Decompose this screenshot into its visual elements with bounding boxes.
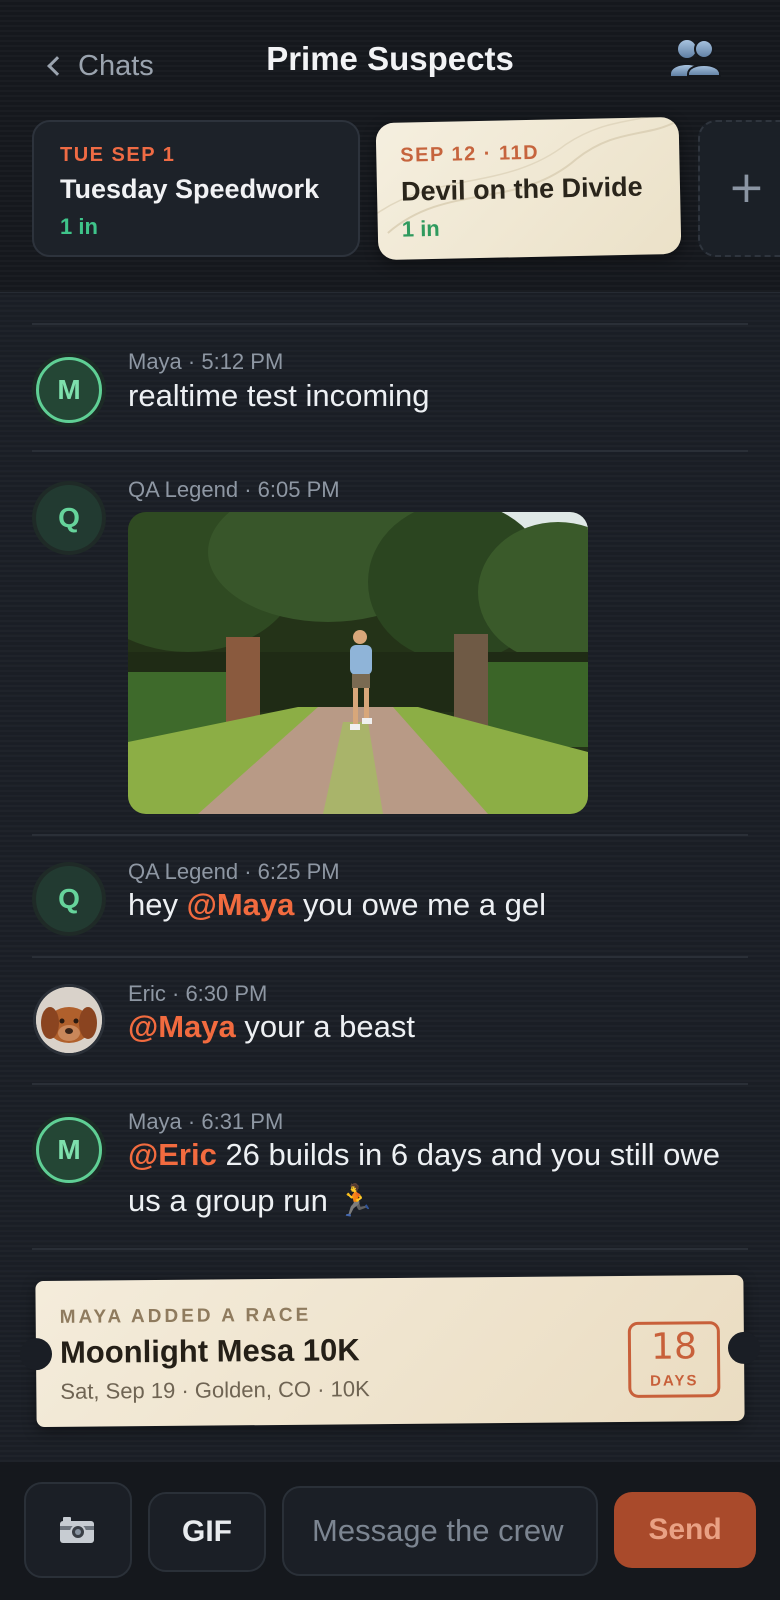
event-date: TUE SEP 1 bbox=[60, 144, 176, 166]
message-input[interactable] bbox=[282, 1486, 598, 1576]
avatar-initial: M bbox=[57, 374, 81, 405]
days-count: 18 bbox=[650, 1326, 698, 1368]
avatar[interactable]: Q bbox=[36, 485, 102, 551]
event-rsvp-count: 1 in bbox=[60, 214, 98, 239]
message-composer: GIF Send bbox=[0, 1462, 780, 1600]
gif-button[interactable]: GIF bbox=[148, 1492, 266, 1572]
event-card-devil-on-the-divide[interactable]: SEP 12 · 11D Devil on the Divide 1 in bbox=[375, 116, 682, 261]
avatar-initial: Q bbox=[58, 502, 80, 533]
members-button[interactable] bbox=[668, 36, 724, 86]
ticket-notch bbox=[19, 1337, 53, 1371]
chevron-left-icon bbox=[47, 56, 67, 76]
event-date: SEP 12 · 11D bbox=[400, 141, 540, 167]
message-divider bbox=[32, 450, 748, 452]
mention-eric[interactable]: @Eric bbox=[128, 1137, 217, 1172]
message-meta: Maya · 5:12 PM bbox=[128, 349, 284, 374]
dog-photo-avatar-image bbox=[36, 987, 102, 1053]
message-text: @Eric 26 builds in 6 days and you still … bbox=[128, 1132, 750, 1224]
gif-attachment[interactable] bbox=[128, 512, 588, 814]
back-button[interactable]: Chats bbox=[44, 44, 154, 88]
message-text: realtime test incoming bbox=[128, 378, 430, 413]
avatar[interactable]: Q bbox=[36, 866, 102, 932]
days-countdown-badge: 18 DAYS bbox=[627, 1321, 721, 1398]
gif-button-label: GIF bbox=[182, 1515, 232, 1548]
ticket-notch bbox=[727, 1331, 761, 1365]
event-card-tuesday-speedwork[interactable]: TUE SEP 1 Tuesday Speedwork 1 in bbox=[32, 120, 360, 257]
camera-button[interactable] bbox=[24, 1482, 132, 1578]
back-label: Chats bbox=[78, 49, 154, 82]
gif-running-path-image bbox=[128, 512, 588, 814]
message-text-after: you owe me a gel bbox=[294, 887, 546, 922]
people-icon bbox=[671, 39, 721, 77]
message-divider bbox=[32, 834, 748, 836]
race-added-card[interactable]: MAYA ADDED A RACE Moonlight Mesa 10K Sat… bbox=[19, 1274, 761, 1428]
avatar-eric[interactable] bbox=[36, 987, 102, 1053]
send-button[interactable]: Send bbox=[614, 1492, 756, 1568]
message-text: @Maya your a beast bbox=[128, 1004, 750, 1050]
message-divider bbox=[32, 1248, 748, 1250]
event-name: Tuesday Speedwork bbox=[60, 174, 320, 204]
message-meta: QA Legend · 6:05 PM bbox=[128, 477, 340, 502]
mention-maya[interactable]: @Maya bbox=[187, 887, 295, 922]
race-card-label: MAYA ADDED A RACE bbox=[59, 1304, 312, 1328]
chat-header: Chats Prime Suspects TUE SEP 1 Tuesday S… bbox=[0, 0, 780, 293]
event-name: Devil on the Divide bbox=[400, 171, 643, 207]
message-text-after: 26 builds in 6 days and you still owe us… bbox=[128, 1137, 721, 1218]
message-divider bbox=[32, 323, 748, 325]
race-title: Moonlight Mesa 10K bbox=[59, 1332, 360, 1370]
add-event-button[interactable]: + bbox=[698, 120, 780, 257]
race-details: Sat, Sep 19 · Golden, CO · 10K bbox=[60, 1376, 370, 1404]
camera-icon bbox=[60, 1517, 94, 1543]
event-rsvp-count: 1 in bbox=[401, 215, 440, 242]
avatar-initial: M bbox=[57, 1134, 81, 1165]
days-label: DAYS bbox=[650, 1372, 699, 1390]
avatar[interactable]: M bbox=[36, 1117, 102, 1183]
message-text-before: hey bbox=[128, 887, 187, 922]
avatar-initial: Q bbox=[58, 883, 80, 914]
message-divider bbox=[32, 956, 748, 958]
mention-maya[interactable]: @Maya bbox=[128, 1009, 236, 1044]
avatar[interactable]: M bbox=[36, 357, 102, 423]
plus-icon: + bbox=[728, 162, 765, 213]
message-divider bbox=[32, 1083, 748, 1085]
message-text: hey @Maya you owe me a gel bbox=[128, 882, 750, 928]
message-text-after: your a beast bbox=[235, 1009, 415, 1044]
